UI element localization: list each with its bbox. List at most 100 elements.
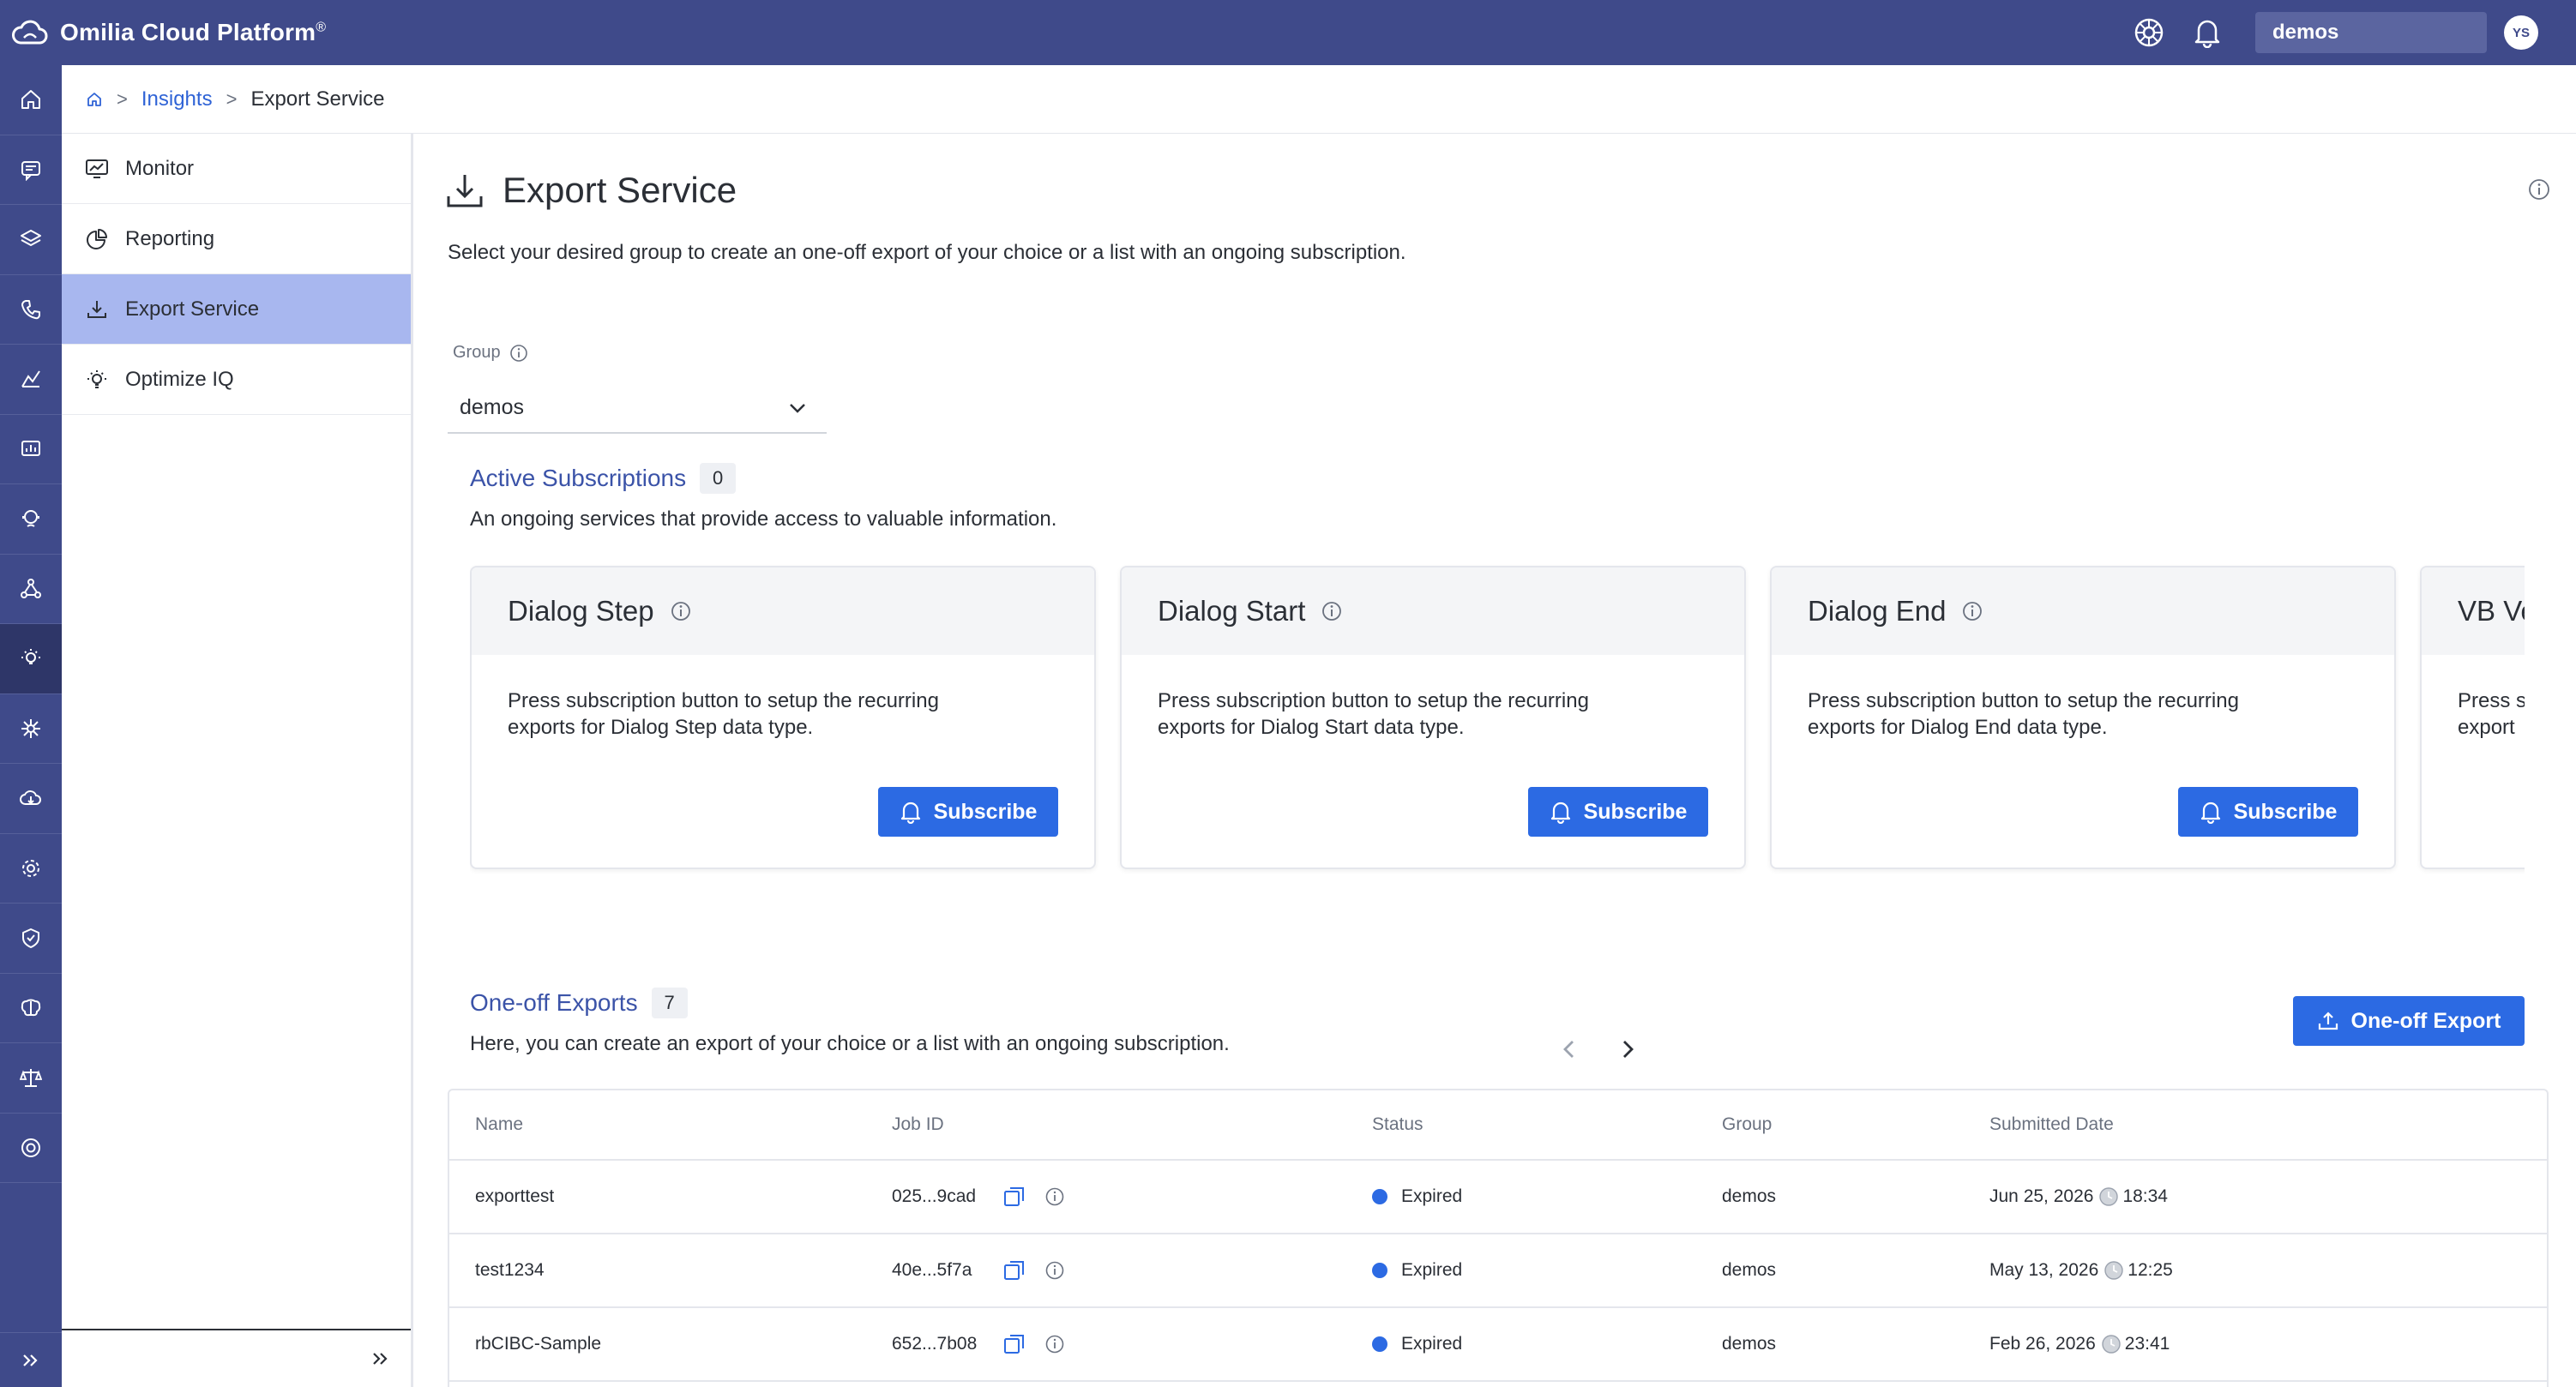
rail-shield-icon[interactable]: [0, 904, 62, 974]
info-icon[interactable]: [1044, 1334, 1065, 1354]
nav-item-monitor[interactable]: Monitor: [62, 134, 411, 204]
nav-item-reporting[interactable]: Reporting: [62, 204, 411, 274]
brand[interactable]: Omilia Cloud Platform®: [10, 13, 326, 52]
group-select[interactable]: demos: [448, 382, 827, 434]
column-header-name[interactable]: Name: [449, 1114, 892, 1135]
top-bar: Omilia Cloud Platform® demos YS: [0, 0, 2576, 65]
cell-status: Expired: [1401, 1334, 1463, 1354]
card-title: Dialog Start: [1158, 595, 1306, 627]
info-icon[interactable]: [670, 600, 692, 622]
breadcrumb-separator: >: [117, 87, 128, 110]
column-header-status[interactable]: Status: [1372, 1114, 1722, 1135]
rail-network-icon[interactable]: [0, 555, 62, 624]
rail-settings-icon[interactable]: [0, 834, 62, 904]
rail-expand-icon[interactable]: [0, 1332, 62, 1387]
cell-name: exporttest: [475, 1186, 555, 1206]
info-icon[interactable]: [509, 344, 528, 363]
subscribe-button[interactable]: Subscribe: [1528, 787, 1708, 837]
download-icon: [84, 297, 110, 322]
rail-analytics-icon[interactable]: [0, 345, 62, 415]
card-body: Press subscription button to setup the r…: [1808, 689, 2239, 739]
exports-count-badge: 7: [651, 988, 688, 1018]
copy-icon[interactable]: [1002, 1331, 1027, 1357]
rail-agent-icon[interactable]: [0, 484, 62, 555]
subscription-card-dialog-start: Dialog Start Press subscription button t…: [1120, 566, 1746, 869]
chevron-left-icon: [1560, 1038, 1579, 1060]
rail-cloud-icon[interactable]: [0, 764, 62, 834]
column-header-group[interactable]: Group: [1722, 1114, 1989, 1135]
notification-bell-icon[interactable]: [2188, 14, 2226, 51]
rail-brain-icon[interactable]: [0, 974, 62, 1043]
rail-insights-icon[interactable]: [0, 624, 62, 694]
cell-status: Expired: [1401, 1186, 1463, 1206]
chevron-down-icon: [787, 398, 808, 424]
status-dot: [1372, 1189, 1387, 1204]
app-rail: [0, 65, 62, 1387]
cell-date: May 13, 2026: [1989, 1260, 2099, 1280]
organization-selector[interactable]: demos: [2255, 12, 2487, 53]
subscriptions-count-badge: 0: [700, 463, 737, 494]
cell-job-id: 025...9cad: [892, 1186, 977, 1206]
page-info-icon[interactable]: [2528, 178, 2550, 205]
home-icon[interactable]: [86, 91, 103, 108]
clock-icon: [2098, 1186, 2119, 1207]
rail-support-icon[interactable]: [0, 1114, 62, 1183]
subscribe-button[interactable]: Subscribe: [878, 787, 1058, 837]
cell-time: 23:41: [2124, 1334, 2170, 1354]
nav-item-export-service[interactable]: Export Service: [62, 274, 411, 345]
clock-icon: [2101, 1334, 2122, 1354]
table-row[interactable]: rbCIBC-Sample 652...7b08 Expired demos F…: [449, 1308, 2547, 1382]
monitor-icon: [84, 156, 110, 182]
carousel-prev-button[interactable]: [1552, 1032, 1586, 1066]
table-header-row: Name Job ID Status Group Submitted Date: [449, 1090, 2547, 1161]
help-wheel-icon[interactable]: [2130, 14, 2168, 51]
info-icon[interactable]: [1044, 1186, 1065, 1207]
upload-icon: [2317, 1010, 2339, 1032]
cell-status: Expired: [1401, 1260, 1463, 1280]
breadcrumb-current: Export Service: [250, 87, 385, 111]
info-icon[interactable]: [1961, 600, 1983, 622]
column-header-submitted-date[interactable]: Submitted Date: [1989, 1114, 2547, 1135]
rail-presentation-icon[interactable]: [0, 415, 62, 484]
breadcrumb-insights-link[interactable]: Insights: [141, 87, 213, 111]
pie-chart-icon: [84, 226, 110, 252]
bell-icon: [1550, 800, 1572, 824]
subscribe-button[interactable]: Subscribe: [2178, 787, 2358, 837]
cell-date: Feb 26, 2026: [1989, 1334, 2096, 1354]
exports-table: Name Job ID Status Group Submitted Date …: [448, 1089, 2549, 1387]
rail-hub-icon[interactable]: [0, 694, 62, 764]
download-icon: [446, 172, 484, 208]
table-row[interactable]: exporttest 025...9cad Expired demos Jun …: [449, 1161, 2547, 1234]
status-dot: [1372, 1263, 1387, 1278]
table-row[interactable]: test1234 40e...5f7a Expired demos May 13…: [449, 1234, 2547, 1308]
info-icon[interactable]: [1321, 600, 1343, 622]
cell-group: demos: [1722, 1260, 1777, 1280]
copy-icon[interactable]: [1002, 1184, 1027, 1210]
one-off-export-button[interactable]: One-off Export: [2293, 996, 2525, 1046]
sidenav-collapse-button[interactable]: [62, 1329, 411, 1387]
card-body: Press s export: [2458, 689, 2525, 739]
side-navigation: Monitor Reporting Export Service Optimiz…: [62, 134, 413, 1387]
nav-item-label: Reporting: [125, 226, 215, 250]
breadcrumb-separator: >: [226, 87, 238, 110]
rail-layers-icon[interactable]: [0, 205, 62, 275]
rail-phone-icon[interactable]: [0, 275, 62, 345]
rail-dialog-icon[interactable]: [0, 135, 62, 205]
card-title: Dialog End: [1808, 595, 1947, 627]
double-chevron-right-icon: [371, 1351, 390, 1366]
carousel-next-button[interactable]: [1610, 1032, 1645, 1066]
column-header-job-id[interactable]: Job ID: [892, 1114, 1372, 1135]
info-icon[interactable]: [1044, 1260, 1065, 1281]
group-select-value: demos: [460, 394, 525, 419]
rail-home-icon[interactable]: [0, 65, 62, 135]
cell-group: demos: [1722, 1334, 1777, 1354]
active-subscriptions-description: An ongoing services that provide access …: [470, 507, 1057, 531]
app-name: Omilia Cloud Platform®: [60, 19, 327, 45]
subscription-card-dialog-end: Dialog End Press subscription button to …: [1770, 566, 2396, 869]
nav-item-label: Export Service: [125, 297, 260, 321]
page-title: Export Service: [503, 170, 737, 210]
rail-balance-icon[interactable]: [0, 1043, 62, 1114]
nav-item-optimize-iq[interactable]: Optimize IQ: [62, 345, 411, 415]
user-avatar[interactable]: YS: [2504, 15, 2538, 50]
copy-icon[interactable]: [1002, 1258, 1027, 1283]
